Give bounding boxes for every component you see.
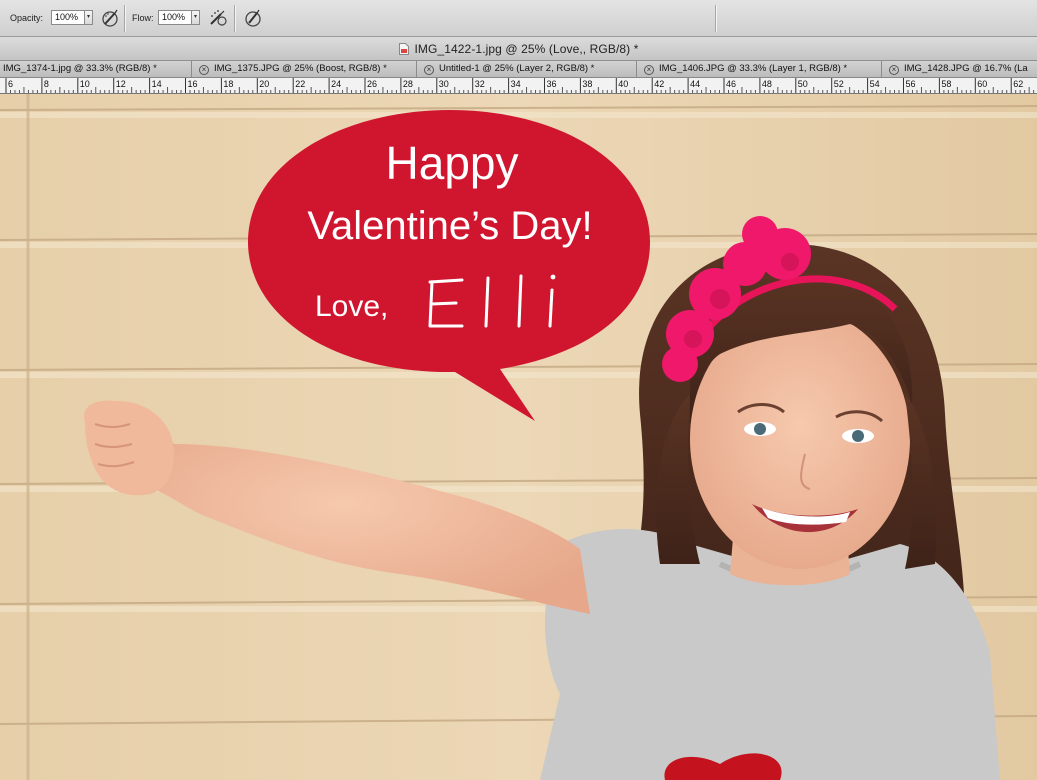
tab-img-1406[interactable]: × IMG_1406.JPG @ 33.3% (Layer 1, RGB/8) * (637, 61, 882, 77)
close-icon[interactable]: × (889, 65, 899, 75)
speech-line-happy: Happy (386, 137, 519, 189)
ruler-label: 56 (906, 79, 916, 89)
ruler-label: 54 (870, 79, 880, 89)
ruler-label: 32 (475, 79, 485, 89)
document-tab-bar: IMG_1374-1.jpg @ 33.3% (RGB/8) * × IMG_13… (0, 61, 1037, 78)
speech-line-love: Love, (315, 290, 388, 323)
ruler-label: 24 (331, 79, 341, 89)
ruler-label: 36 (547, 79, 557, 89)
ruler-label: 52 (834, 79, 844, 89)
ruler-scale: 6 8 10 12 14 16 18 20 22 24 26 28 30 32 34 36 38 40 42 44 46… (5, 78, 1035, 93)
tab-img-1374[interactable]: IMG_1374-1.jpg @ 33.3% (RGB/8) * (0, 61, 192, 77)
tab-label: IMG_1375.JPG @ 25% (Boost, RGB/8) * (214, 63, 387, 74)
close-icon[interactable]: × (644, 65, 654, 75)
tablet-pressure-icon[interactable] (243, 8, 263, 28)
ruler-label: 18 (223, 79, 233, 89)
toolbar-separator (234, 5, 236, 32)
close-icon[interactable]: × (199, 65, 209, 75)
ruler-label: 8 (44, 79, 49, 89)
tab-untitled-1[interactable]: × Untitled-1 @ 25% (Layer 2, RGB/8) * (417, 61, 637, 77)
photo-image: Happy Valentine’s Day! Love, (0, 94, 1037, 780)
ruler-label: 14 (152, 79, 162, 89)
toolbar-separator (715, 5, 717, 32)
ruler-label: 6 (8, 79, 13, 89)
tab-label: IMG_1374-1.jpg @ 33.3% (RGB/8) * (3, 63, 157, 74)
document-icon (398, 42, 409, 55)
flow-label: Flow: (132, 13, 154, 23)
ruler-label: 42 (654, 79, 664, 89)
ruler-label: 26 (367, 79, 377, 89)
ruler-label: 34 (511, 79, 521, 89)
options-bar: Opacity: 100% ▾ Flow: 100% ▾ (0, 0, 1037, 37)
ruler-label: 48 (762, 79, 772, 89)
flow-dropdown-arrow[interactable]: ▾ (191, 10, 200, 25)
ruler-label: 46 (726, 79, 736, 89)
airbrush-flow-icon[interactable] (208, 8, 228, 28)
ruler-label: 40 (618, 79, 628, 89)
opacity-dropdown-arrow[interactable]: ▾ (84, 10, 93, 25)
close-icon[interactable]: × (424, 65, 434, 75)
ruler-label: 62 (1013, 79, 1023, 89)
document-title-bar: IMG_1422-1.jpg @ 25% (Love,, RGB/8) * (0, 37, 1037, 61)
ruler-label: 20 (259, 79, 269, 89)
tab-img-1428[interactable]: × IMG_1428.JPG @ 16.7% (La (882, 61, 1037, 77)
flow-field[interactable]: 100% (158, 10, 192, 25)
ruler-label: 28 (403, 79, 413, 89)
ruler-label: 38 (582, 79, 592, 89)
ruler-label: 50 (798, 79, 808, 89)
horizontal-ruler[interactable]: 6 8 10 12 14 16 18 20 22 24 26 28 30 32 34 36 38 40 42 44 46… (0, 78, 1037, 94)
ruler-label: 12 (116, 79, 126, 89)
ruler-label: 22 (295, 79, 305, 89)
airbrush-icon[interactable] (100, 8, 120, 28)
speech-line-valentines: Valentine’s Day! (307, 204, 592, 248)
ruler-label: 30 (439, 79, 449, 89)
tab-label: IMG_1406.JPG @ 33.3% (Layer 1, RGB/8) * (659, 63, 848, 74)
ruler-label: 16 (188, 79, 198, 89)
opacity-label: Opacity: (10, 13, 44, 23)
ruler-label: 44 (690, 79, 700, 89)
tab-label: IMG_1428.JPG @ 16.7% (La (904, 63, 1028, 74)
opacity-field[interactable]: 100% (51, 10, 85, 25)
document-title: IMG_1422-1.jpg @ 25% (Love,, RGB/8) * (414, 41, 639, 56)
tab-label: Untitled-1 @ 25% (Layer 2, RGB/8) * (439, 63, 595, 74)
toolbar-separator (124, 5, 126, 32)
ruler-label: 58 (941, 79, 951, 89)
tab-img-1375[interactable]: × IMG_1375.JPG @ 25% (Boost, RGB/8) * (192, 61, 417, 77)
ruler-label: 10 (80, 79, 90, 89)
ruler-label: 60 (977, 79, 987, 89)
document-canvas[interactable]: Happy Valentine’s Day! Love, (0, 94, 1037, 780)
